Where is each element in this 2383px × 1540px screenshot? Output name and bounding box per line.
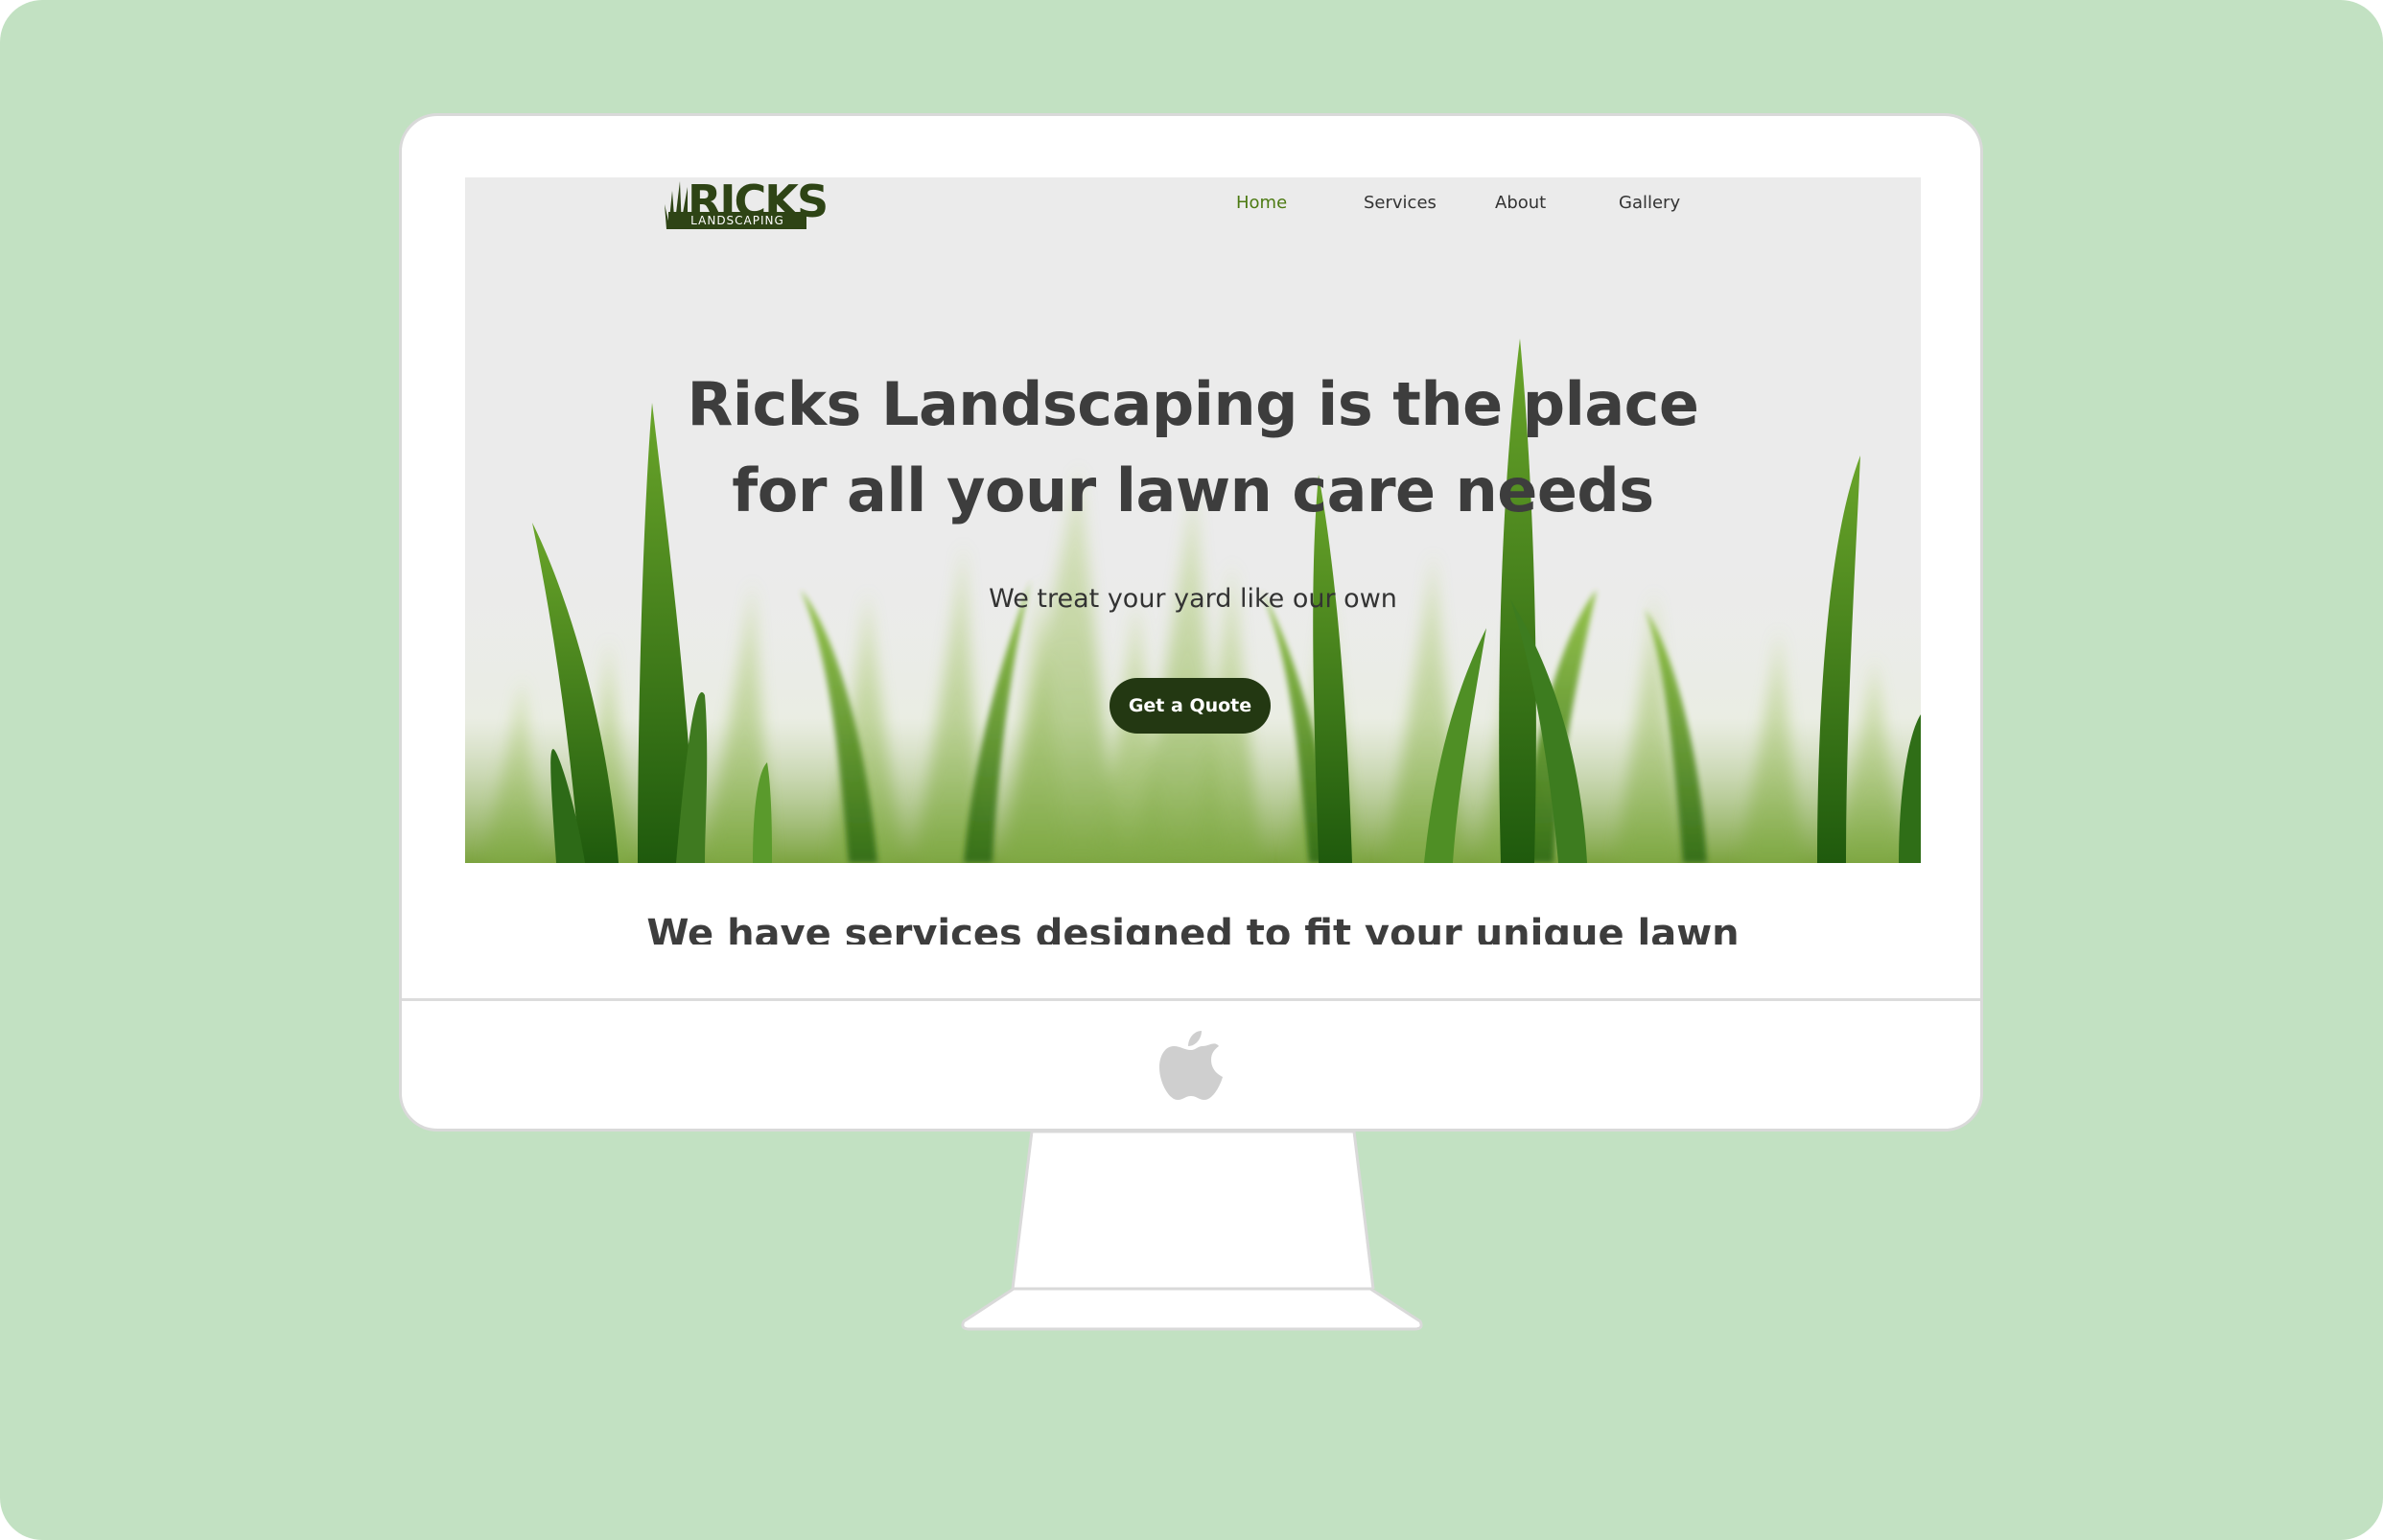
- apple-logo-icon: [1159, 1031, 1223, 1100]
- monitor-chin-divider: [402, 998, 1980, 1001]
- hero-headline: Ricks Landscaping is the place for all y…: [666, 362, 1720, 534]
- nav-item-gallery[interactable]: Gallery: [1619, 191, 1680, 216]
- website-screen: RICKS LANDSCAPING Home Services About Ga…: [465, 177, 1921, 945]
- nav-item-home[interactable]: Home: [1236, 191, 1287, 216]
- nav-item-about[interactable]: About: [1495, 191, 1546, 216]
- monitor-stand-base: [961, 1287, 1423, 1331]
- mockup-background: RICKS LANDSCAPING Home Services About Ga…: [0, 0, 2383, 1540]
- hero-section: RICKS LANDSCAPING Home Services About Ga…: [465, 177, 1921, 863]
- imac-monitor: RICKS LANDSCAPING Home Services About Ga…: [399, 113, 1983, 1132]
- services-heading: We have services designed to fit your un…: [646, 912, 1740, 945]
- monitor-stand-neck: [1011, 1132, 1375, 1289]
- hero-headline-line-2: for all your lawn care needs: [732, 455, 1654, 525]
- hero-headline-line-1: Ricks Landscaping is the place: [687, 369, 1699, 439]
- nav-item-services[interactable]: Services: [1364, 191, 1437, 216]
- hero-subheadline: We treat your yard like our own: [989, 584, 1397, 614]
- main-navigation: Home Services About Gallery: [465, 191, 1921, 216]
- get-quote-button[interactable]: Get a Quote: [1110, 678, 1271, 734]
